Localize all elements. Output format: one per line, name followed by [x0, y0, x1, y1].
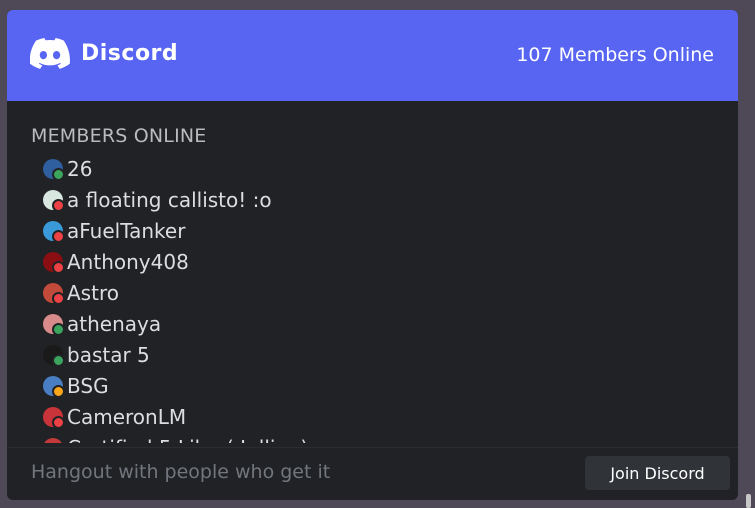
avatar	[43, 375, 65, 398]
online-count: 107 Members Online	[516, 44, 714, 66]
discord-icon	[30, 38, 70, 69]
avatar	[43, 251, 65, 274]
status-indicator	[52, 260, 65, 274]
status-indicator	[52, 229, 65, 243]
status-indicator	[52, 198, 65, 212]
member-name: a floating callisto! :o	[67, 187, 272, 212]
discord-widget: Discord 107 Members Online MEMBERS ONLIN…	[7, 10, 738, 500]
avatar	[43, 437, 63, 443]
member-item[interactable]: Certified 5 Liker( Jullian)	[43, 432, 738, 443]
member-name: aFuelTanker	[67, 218, 186, 243]
member-name: 26	[67, 156, 93, 181]
member-item[interactable]: 26	[43, 153, 738, 184]
members-online-heading: MEMBERS ONLINE	[31, 125, 207, 147]
widget-body: MEMBERS ONLINE 26 a floating callisto! :o…	[7, 101, 738, 448]
member-name: bastar 5	[67, 342, 150, 367]
status-indicator	[52, 415, 65, 429]
avatar	[43, 406, 65, 429]
avatar	[43, 158, 65, 181]
member-name: athenaya	[67, 311, 162, 336]
member-name: Astro	[67, 280, 119, 305]
member-item[interactable]: Astro	[43, 277, 738, 308]
member-item[interactable]: athenaya	[43, 308, 738, 339]
member-item[interactable]: CameronLM	[43, 401, 738, 432]
join-discord-button[interactable]: Join Discord	[585, 456, 730, 490]
status-indicator	[52, 291, 65, 305]
member-name: CameronLM	[67, 404, 187, 429]
member-list[interactable]: 26 a floating callisto! :o aFuelTanker Anth…	[31, 153, 738, 443]
discord-logo[interactable]: Discord	[30, 38, 178, 69]
member-name: Certified 5 Liker( Jullian)	[67, 436, 308, 444]
member-name: BSG	[67, 373, 109, 398]
tagline: Hangout with people who get it	[31, 461, 331, 483]
status-indicator	[52, 384, 65, 398]
avatar	[43, 189, 65, 212]
avatar	[43, 344, 65, 367]
member-item[interactable]: bastar 5	[43, 339, 738, 370]
member-item[interactable]: BSG	[43, 370, 738, 401]
status-indicator	[52, 322, 65, 336]
status-indicator	[52, 353, 65, 367]
resize-handle[interactable]	[746, 494, 751, 508]
avatar	[43, 313, 65, 336]
widget-header: Discord 107 Members Online	[7, 10, 738, 101]
member-item[interactable]: a floating callisto! :o	[43, 184, 738, 215]
status-indicator	[52, 167, 65, 181]
avatar	[43, 220, 65, 243]
widget-footer: Hangout with people who get it Join Disc…	[7, 447, 738, 500]
discord-wordmark: Discord	[81, 41, 179, 66]
member-item[interactable]: Anthony408	[43, 246, 738, 277]
avatar	[43, 282, 65, 305]
member-name: Anthony408	[67, 249, 189, 274]
member-item[interactable]: aFuelTanker	[43, 215, 738, 246]
